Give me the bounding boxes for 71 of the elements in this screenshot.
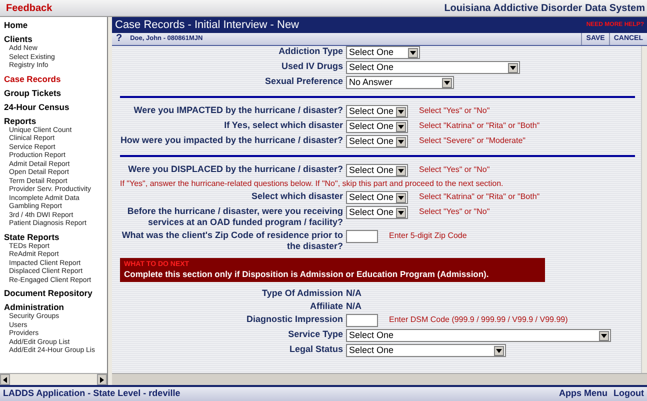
select-dropdown[interactable]: Select One: [346, 105, 408, 118]
dropdown-arrow-icon: [396, 136, 406, 146]
field-label: How were you impacted by the hurricane / disaster?: [120, 135, 343, 146]
field-label: Were you DISPLACED by the hurricane / disaster?: [128, 164, 343, 175]
dropdown-arrow-icon: [442, 78, 452, 88]
instruction-note: If "Yes", answer the hurricane-related questions below. If "No", skip this part and proceed to the next section.: [119, 179, 504, 189]
input-field[interactable]: [346, 314, 378, 327]
field-label: Used IV Drugs: [281, 61, 343, 72]
field-label: If Yes, select which disaster: [224, 120, 343, 131]
banner-text: Complete this section only if Disposition is Admission or Education Program (Admission).: [124, 269, 490, 280]
sidebar-heading[interactable]: Reports: [4, 116, 103, 126]
field-label: Type Of Admission: [262, 288, 343, 299]
sidebar-heading[interactable]: Document Repository: [4, 288, 103, 299]
dropdown-arrow-icon: [396, 192, 406, 202]
input-field[interactable]: [346, 230, 378, 243]
field-hint: Enter 5-digit Zip Code: [389, 230, 467, 242]
sidebar-heading[interactable]: 24-Hour Census: [4, 102, 103, 112]
field-hint: Select "Yes" or "No": [419, 206, 490, 218]
sidebar-heading[interactable]: Case Records: [4, 74, 103, 84]
app-status: LADDS Application - State Level - rdeville: [3, 387, 180, 400]
field-label: Diagnostic Impression: [246, 314, 343, 325]
select-dropdown[interactable]: Select One: [346, 206, 408, 219]
sidebar-heading[interactable]: Clients: [4, 34, 103, 45]
select-dropdown[interactable]: Select One: [346, 329, 611, 342]
field-hint: Select "Yes" or "No": [419, 164, 490, 176]
dropdown-arrow-icon: [599, 330, 609, 340]
field-label: Before the hurricane / disaster, were you receiving services at an OAD funded program / facility?: [126, 206, 343, 228]
sidebar-heading[interactable]: Administration: [4, 302, 103, 313]
system-title: Louisiana Addictive Disorder Data System: [444, 2, 646, 16]
sidebar-heading[interactable]: Group Tickets: [4, 88, 103, 98]
field-value: N/A: [346, 288, 362, 299]
field-label: Sexual Preference: [264, 76, 343, 87]
help-icon[interactable]: ?: [112, 33, 126, 45]
dropdown-arrow-icon: [408, 48, 418, 58]
select-dropdown[interactable]: Select One: [346, 61, 520, 74]
select-dropdown[interactable]: Select One: [346, 344, 506, 357]
field-hint: Select "Yes" or "No": [419, 105, 490, 117]
field-label: Affiliate: [310, 301, 343, 312]
select-dropdown[interactable]: Select One: [346, 191, 408, 204]
dropdown-arrow-icon: [396, 106, 406, 116]
dropdown-arrow-icon: [508, 62, 518, 72]
field-label: Select which disaster: [251, 191, 343, 202]
horizontal-scrollbar[interactable]: [0, 373, 107, 385]
select-dropdown[interactable]: Select One: [346, 46, 420, 59]
field-hint: Select "Severe" or "Moderate": [419, 135, 526, 147]
select-dropdown[interactable]: No Answer: [346, 76, 454, 89]
field-label: Addiction Type: [278, 46, 343, 57]
dropdown-arrow-icon: [396, 166, 406, 176]
field-value: N/A: [346, 301, 362, 312]
select-dropdown[interactable]: Select One: [346, 120, 408, 133]
scroll-right-icon[interactable]: [97, 374, 107, 385]
dropdown-arrow-icon: [396, 122, 406, 132]
field-label: Were you IMPACTED by the hurricane / disaster?: [134, 105, 343, 116]
scroll-left-icon[interactable]: [0, 374, 10, 385]
footer-link[interactable]: Logout: [614, 387, 644, 401]
sidebar-heading[interactable]: Home: [4, 20, 103, 31]
dropdown-arrow-icon: [396, 208, 406, 218]
sidebar-heading[interactable]: State Reports: [4, 232, 103, 242]
page-title: Case Records - Initial Interview - New: [115, 18, 300, 33]
dropdown-arrow-icon: [494, 346, 504, 356]
select-dropdown[interactable]: Select One: [346, 135, 408, 148]
field-label: What was the client's Zip Code of residence prior to the disaster?: [120, 230, 343, 252]
field-hint: Select "Katrina" or "Rita" or "Both": [419, 191, 540, 203]
select-dropdown[interactable]: Select One: [346, 164, 408, 177]
footer-link[interactable]: Apps Menu: [559, 387, 608, 401]
field-hint: Enter DSM Code (999.9 / 999.99 / V99.9 / V99.99): [389, 314, 568, 326]
field-label: Legal Status: [289, 344, 343, 355]
field-hint: Select "Katrina" or "Rita" or "Both": [419, 120, 540, 132]
feedback-link[interactable]: Feedback: [0, 0, 108, 16]
field-label: Service Type: [288, 329, 343, 340]
horizontal-scrollbar[interactable]: [112, 373, 647, 385]
